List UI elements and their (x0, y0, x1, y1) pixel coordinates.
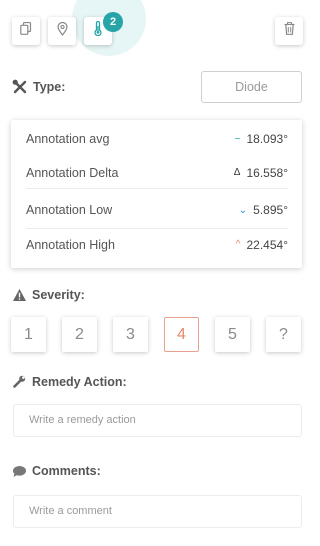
type-label-row: Type: (12, 79, 65, 95)
chevron-down-icon: ⌄ (238, 204, 248, 216)
remedy-label-row: Remedy Action: (12, 374, 127, 389)
chevron-up-icon: ^ (235, 239, 241, 250)
severity-label: Severity: (32, 288, 85, 302)
comment-icon (12, 465, 27, 478)
severity-option-unknown[interactable]: ? (266, 317, 301, 352)
type-select[interactable]: Diode (201, 71, 302, 103)
annotation-row-avg: Annotation avg ~ 18.093° (26, 123, 288, 155)
copy-button[interactable] (12, 17, 40, 45)
annotation-label: Annotation Low (26, 203, 113, 217)
annotation-label: Annotation High (26, 237, 115, 252)
annotation-value: 18.093° (246, 132, 288, 146)
severity-option-5[interactable]: 5 (215, 317, 250, 352)
severity-label-row: Severity: (12, 288, 85, 302)
delete-button[interactable] (275, 17, 303, 45)
location-pin-icon (56, 21, 68, 41)
thermometer-icon (93, 20, 103, 41)
trash-icon (284, 22, 295, 40)
severity-option-3[interactable]: 3 (113, 317, 148, 352)
annotation-card: Annotation avg ~ 18.093° Annotation Delt… (11, 120, 302, 268)
annotation-value: 5.895° (253, 203, 288, 217)
tools-icon (12, 79, 28, 95)
severity-option-2[interactable]: 2 (62, 317, 97, 352)
severity-option-1[interactable]: 1 (11, 317, 46, 352)
annotation-label: Annotation Delta (26, 165, 119, 180)
remedy-action-input[interactable]: Write a remedy action (13, 404, 302, 437)
delta-icon: Δ (233, 167, 241, 178)
tilde-icon: ~ (234, 133, 241, 145)
comment-input[interactable]: Write a comment (13, 495, 302, 528)
annotation-row-high: Annotation High ^ 22.454° (26, 228, 288, 260)
annotation-label: Annotation avg (26, 132, 110, 146)
annotation-row-low: Annotation Low ⌄ 5.895° (26, 194, 288, 226)
toolbar: 2 (0, 0, 307, 60)
type-label: Type: (33, 80, 66, 94)
comments-label-row: Comments: (12, 464, 101, 478)
comments-label: Comments: (32, 464, 101, 478)
annotation-value: 16.558° (246, 165, 288, 180)
wrench-icon (12, 374, 27, 389)
warning-icon (12, 288, 27, 302)
location-button[interactable] (48, 17, 76, 45)
severity-option-4[interactable]: 4 (164, 317, 199, 352)
copy-icon (20, 21, 32, 40)
annotation-row-delta: Annotation Delta Δ 16.558° (26, 157, 288, 189)
annotation-value: 22.454° (246, 237, 288, 252)
remedy-label: Remedy Action: (32, 374, 127, 389)
notification-badge: 2 (103, 12, 123, 32)
